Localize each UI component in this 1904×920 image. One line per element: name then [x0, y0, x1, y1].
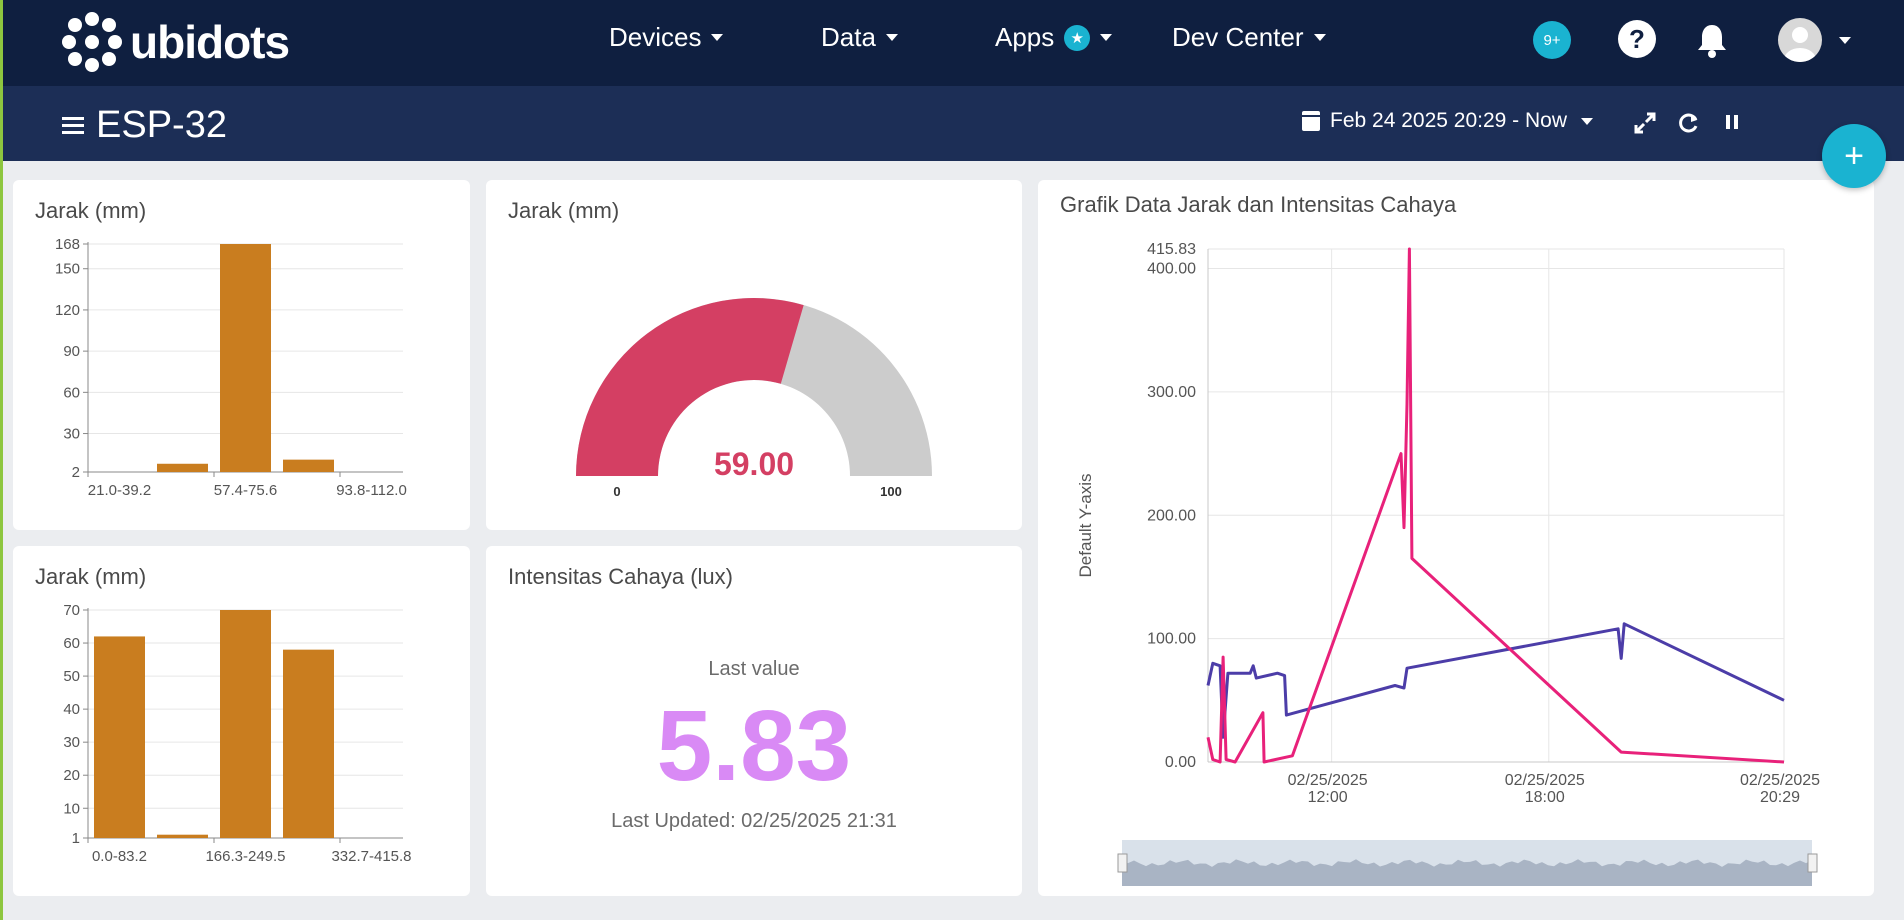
star-icon: ★: [1064, 24, 1091, 51]
chevron-down-icon: [711, 34, 724, 41]
histogram-widget[interactable]: Jarak (mm) 1 10 20 30 40 50 60 70 0.0-83.2 166.3-…: [13, 546, 470, 896]
nav-data[interactable]: Data: [821, 22, 898, 53]
last-value-widget[interactable]: Intensitas Cahaya (lux) Last value 5.83 …: [486, 546, 1022, 896]
y-tick-label: 1: [72, 830, 80, 847]
y-axis-label: Default Y-axis: [1076, 474, 1095, 578]
date-range-picker[interactable]: Feb 24 2025 20:29 - Now: [1302, 109, 1593, 133]
x-tick-label: 93.8-112.0: [336, 482, 407, 499]
histogram-bar: [157, 834, 208, 838]
series-line-0: [1206, 622, 1785, 739]
chevron-down-icon: [1100, 34, 1113, 41]
y-tick-label: 40: [63, 701, 80, 718]
x-tick-label: 57.4-75.6: [214, 482, 277, 499]
histogram-widget[interactable]: Jarak (mm) 2 30 60 90 120 150 168 21.0-39.2 57.4…: [13, 180, 470, 530]
y-tick-label: 60: [63, 384, 80, 401]
last-value-label: Last value: [708, 658, 800, 680]
fullscreen-icon[interactable]: [1634, 112, 1656, 139]
histogram-bar: [283, 459, 334, 472]
x-tick-time: 20:29: [1760, 789, 1800, 806]
chevron-down-icon[interactable]: [1839, 37, 1851, 44]
y-tick-label: 60: [63, 635, 80, 652]
x-tick-date: 02/25/2025: [1288, 772, 1368, 789]
left-accent-stripe: [0, 0, 3, 920]
x-tick-label: 0.0-83.2: [92, 848, 147, 865]
y-tick-label: 70: [63, 602, 80, 619]
histogram-bar: [220, 244, 271, 472]
gauge-chart: 59.00 0 100: [576, 298, 932, 499]
chevron-down-icon: [1313, 34, 1326, 41]
help-icon[interactable]: ?: [1618, 20, 1656, 58]
refresh-icon[interactable]: [1678, 112, 1700, 139]
top-navbar: ubidots Devices Data Apps ★ Dev Center 9…: [0, 0, 1904, 86]
chevron-down-icon: [885, 34, 898, 41]
nav-devices[interactable]: Devices: [609, 22, 724, 53]
x-tick-label: 166.3-249.5: [205, 848, 285, 865]
y-tick-label: 2: [72, 464, 80, 481]
x-tick-time: 12:00: [1308, 789, 1348, 806]
y-tick-label: 90: [63, 343, 80, 360]
histogram-bar: [220, 610, 271, 838]
notifications-badge[interactable]: 9+: [1533, 21, 1571, 59]
nav-data-label: Data: [821, 22, 876, 52]
gauge-max: 100: [880, 484, 902, 499]
logo-dots-icon: [62, 12, 122, 72]
logo-text: ubidots: [130, 16, 290, 68]
menu-icon[interactable]: [62, 117, 84, 135]
series-line-1: [1206, 247, 1785, 764]
date-range-label: Feb 24 2025 20:29 - Now: [1330, 109, 1567, 132]
y-tick-label: 120: [55, 302, 80, 319]
y-tick-label: 0.00: [1165, 754, 1196, 771]
histogram-bar: [157, 463, 208, 472]
y-tick-label: 150: [55, 261, 80, 278]
ubidots-logo[interactable]: ubidots: [62, 12, 290, 72]
gauge-value: 59.00: [714, 446, 794, 482]
navigator-area: [1122, 859, 1812, 886]
x-tick-time: 18:00: [1525, 789, 1565, 806]
add-widget-button[interactable]: +: [1822, 124, 1886, 188]
user-avatar[interactable]: [1778, 18, 1822, 62]
nav-apps-label: Apps: [995, 22, 1055, 52]
y-tick-label: 300.00: [1147, 384, 1196, 401]
bell-icon[interactable]: [1697, 22, 1727, 63]
histogram-chart: 1 10 20 30 40 50 60 70 0.0-83.2 166.3-249.5 332.7-…: [63, 602, 411, 865]
gauge-widget[interactable]: Jarak (mm) 59.00 0 100: [486, 180, 1022, 530]
chevron-down-icon: [1581, 117, 1593, 125]
y-tick-label: 10: [63, 800, 80, 817]
y-tick-label: 168: [55, 236, 80, 253]
gauge-min: 0: [613, 484, 620, 499]
y-tick-label: 200.00: [1147, 507, 1196, 524]
dashboard-header-bar: [0, 86, 1904, 161]
nav-devices-label: Devices: [609, 22, 702, 52]
histogram-bar: [283, 649, 334, 838]
nav-dev-center-label: Dev Center: [1172, 22, 1304, 52]
y-tick-label: 400.00: [1147, 261, 1196, 278]
line-chart-widget[interactable]: Grafik Data Jarak dan Intensitas Cahaya …: [1038, 180, 1874, 896]
y-tick-label: 50: [63, 668, 80, 685]
line-chart: 0.00 100.00 200.00 300.00 400.00 415.83 02/25/…: [1076, 241, 1820, 886]
histogram-chart: 2 30 60 90 120 150 168 21.0-39.2 57.4-75.6 93.8-1…: [55, 236, 407, 499]
last-value-number: 5.83: [656, 690, 852, 802]
y-tick-label: 30: [63, 734, 80, 751]
x-tick-date: 02/25/2025: [1505, 772, 1585, 789]
navigator-handle-left: [1117, 853, 1128, 873]
pause-icon[interactable]: [1724, 112, 1740, 137]
widget-title: Intensitas Cahaya (lux): [508, 564, 733, 589]
x-tick-date: 02/25/2025: [1740, 772, 1820, 789]
y-tick-label: 415.83: [1147, 241, 1196, 258]
nav-dev-center[interactable]: Dev Center: [1172, 22, 1326, 53]
navigator-handle-right: [1807, 853, 1818, 873]
y-tick-label: 20: [63, 767, 80, 784]
y-tick-label: 100.00: [1147, 631, 1196, 648]
last-updated-text: Last Updated: 02/25/2025 21:31: [611, 810, 897, 832]
x-tick-label: 21.0-39.2: [88, 482, 151, 499]
dashboard-title[interactable]: ESP-32: [96, 102, 227, 148]
y-tick-label: 30: [63, 426, 80, 443]
nav-apps[interactable]: Apps ★: [995, 22, 1113, 53]
histogram-bar: [94, 636, 145, 838]
calendar-icon: [1302, 111, 1320, 131]
x-tick-label: 332.7-415.8: [331, 848, 411, 865]
